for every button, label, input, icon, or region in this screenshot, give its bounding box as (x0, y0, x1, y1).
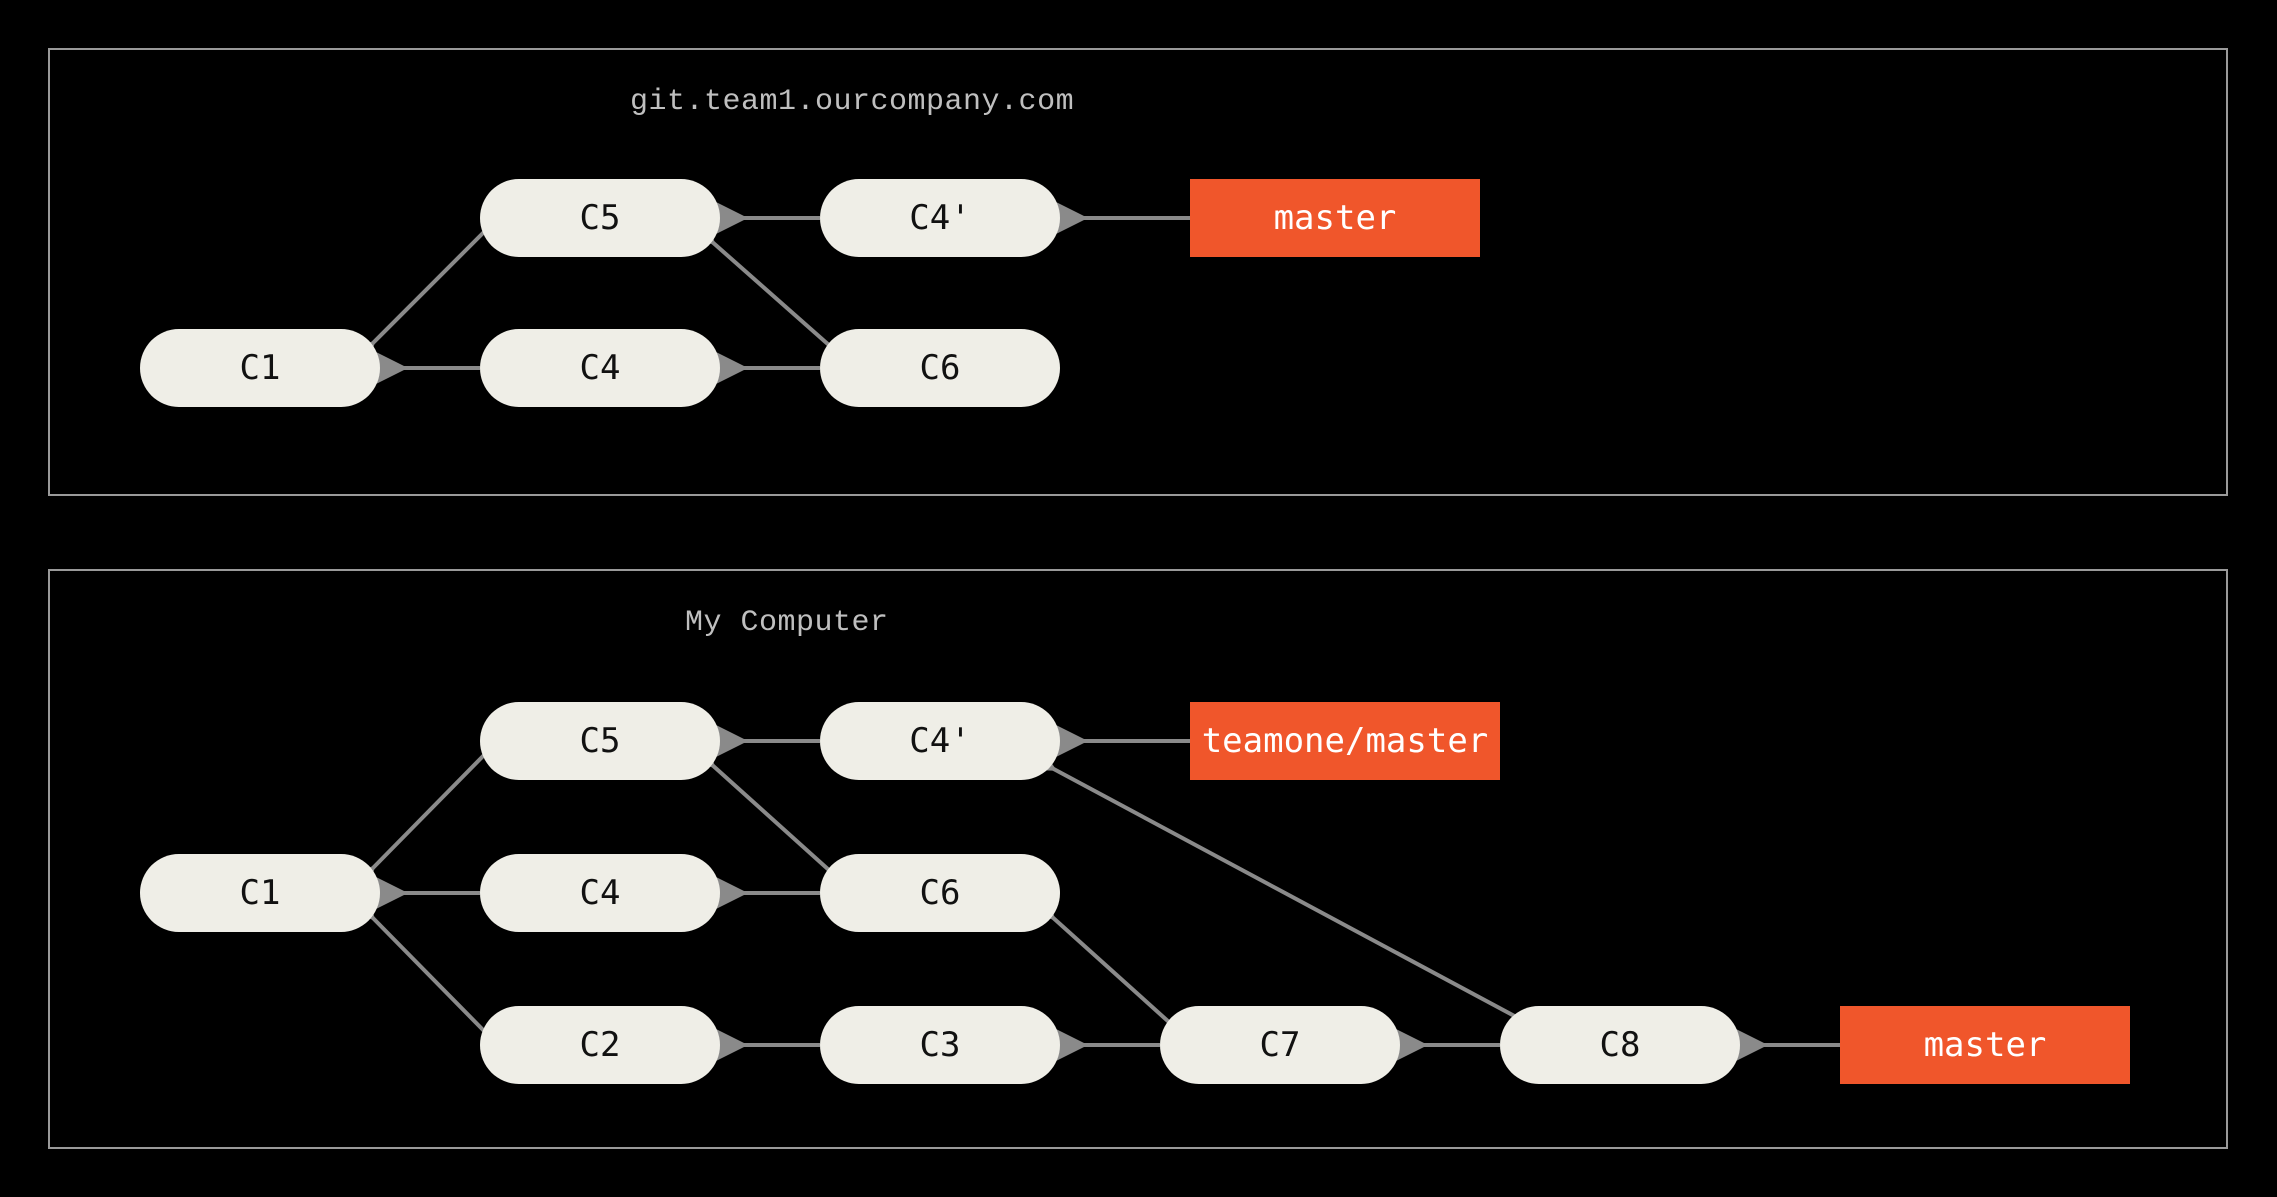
commit-c4-local: C4 (480, 854, 720, 932)
commit-c1: C1 (140, 329, 380, 407)
commit-c5-local: C5 (480, 702, 720, 780)
commit-c2-local: C2 (480, 1006, 720, 1084)
server-panel: git.team1.ourcompany.com C5 C4' C1 (48, 48, 2228, 496)
ref-master-local: master (1840, 1006, 2130, 1084)
commit-c4p-local: C4' (820, 702, 1060, 780)
commit-c5: C5 (480, 179, 720, 257)
commit-c6-local: C6 (820, 854, 1060, 932)
commit-c4p: C4' (820, 179, 1060, 257)
server-panel-title: git.team1.ourcompany.com (630, 85, 1074, 119)
commit-c6: C6 (820, 329, 1060, 407)
ref-teamone-master: teamone/master (1190, 702, 1500, 780)
ref-master-server: master (1190, 179, 1480, 257)
commit-c4: C4 (480, 329, 720, 407)
local-panel: My Computer (48, 569, 2228, 1149)
commit-c8-local: C8 (1500, 1006, 1740, 1084)
server-arrows (50, 50, 2230, 498)
commit-c3-local: C3 (820, 1006, 1060, 1084)
diagram-canvas: git.team1.ourcompany.com C5 C4' C1 (0, 0, 2277, 1197)
local-panel-title: My Computer (685, 606, 889, 640)
commit-c7-local: C7 (1160, 1006, 1400, 1084)
commit-c1-local: C1 (140, 854, 380, 932)
